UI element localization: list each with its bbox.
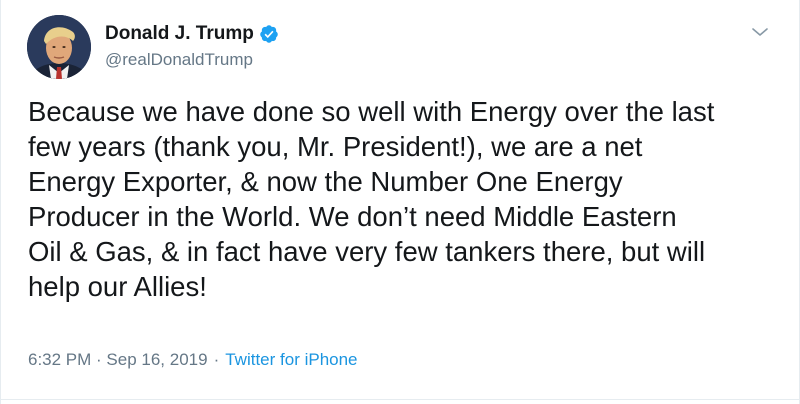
author-display-name[interactable]: Donald J. Trump <box>105 23 254 45</box>
tweet-text-line: Energy Exporter, & now the Number One En… <box>28 166 623 197</box>
tweet-text-line: Oil & Gas, & in fact have very few tanke… <box>28 236 706 267</box>
tweet-text-line: help our Allies! <box>28 271 207 302</box>
tweet-text-line: Because we have done so well with Energy… <box>28 96 715 127</box>
chevron-down-icon <box>752 28 768 36</box>
tweet-metadata: 6:32 PM · Sep 16, 2019 · Twitter for iPh… <box>28 348 358 372</box>
tweet-card: Donald J. Trump @realDonaldTrump Because… <box>0 0 800 404</box>
profile-photo-icon <box>27 15 91 79</box>
tweet-text-line: Producer in the World. We don’t need Mid… <box>28 201 677 232</box>
tweet-timestamp[interactable]: 6:32 PM · Sep 16, 2019 <box>28 350 208 370</box>
verified-badge-icon <box>259 24 279 44</box>
author-name-row: Donald J. Trump <box>105 22 279 46</box>
tweet-text-line: few years (thank you, Mr. President!), w… <box>28 131 643 162</box>
tweet-source-link[interactable]: Twitter for iPhone <box>225 350 357 370</box>
author-handle[interactable]: @realDonaldTrump <box>105 50 253 70</box>
author-avatar[interactable] <box>27 15 91 79</box>
tweet-menu-button[interactable] <box>750 24 770 40</box>
divider <box>1 399 800 400</box>
metadata-separator: · <box>213 350 220 369</box>
tweet-body: Because we have done so well with Energy… <box>28 94 788 304</box>
